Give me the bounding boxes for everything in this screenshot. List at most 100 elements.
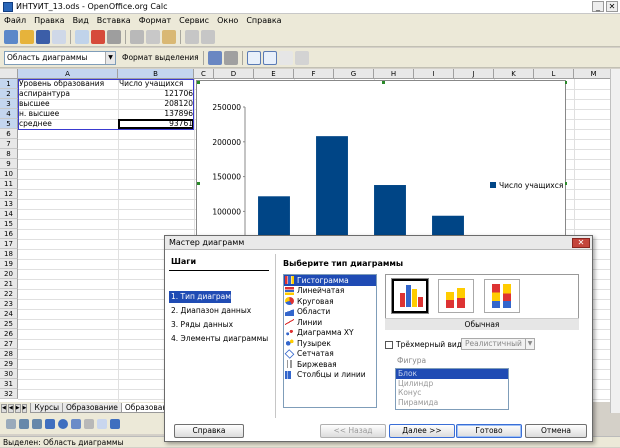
- cancel-button[interactable]: Отмена: [525, 424, 587, 438]
- row-header[interactable]: 2: [0, 89, 18, 99]
- chart-type-item[interactable]: Сетчатая: [284, 348, 376, 360]
- prev-sheet-icon[interactable]: ◀: [7, 403, 14, 413]
- row-header[interactable]: 18: [0, 249, 18, 259]
- close-window-button[interactable]: ✕: [606, 1, 618, 12]
- undo-icon[interactable]: [185, 29, 199, 44]
- horizontal-grid-icon[interactable]: [246, 50, 261, 65]
- selection-handle[interactable]: [197, 81, 200, 84]
- step-chart-elements[interactable]: 4. Элементы диаграммы: [169, 333, 268, 345]
- first-sheet-icon[interactable]: ◀: [1, 403, 7, 413]
- row-header[interactable]: 26: [0, 329, 18, 339]
- column-header[interactable]: L: [534, 69, 574, 79]
- shape-item[interactable]: Цилиндр: [396, 379, 508, 389]
- chart-bar[interactable]: [374, 185, 406, 281]
- row-header[interactable]: 31: [0, 379, 18, 389]
- print-icon[interactable]: [107, 29, 121, 44]
- chart-type-item[interactable]: Области: [284, 307, 376, 318]
- menu-format[interactable]: Формат: [135, 16, 175, 25]
- selection-handle[interactable]: [565, 81, 568, 84]
- chart-type-item[interactable]: Круговая: [284, 296, 376, 307]
- cell-level[interactable]: среднее: [19, 119, 117, 129]
- chart-type-icon[interactable]: [207, 50, 222, 65]
- row-header[interactable]: 28: [0, 349, 18, 359]
- cell-count[interactable]: Число учащихся: [119, 79, 193, 89]
- new-document-icon[interactable]: [4, 29, 18, 44]
- column-header[interactable]: C: [194, 69, 214, 79]
- selection-handle[interactable]: [197, 182, 200, 185]
- row-header[interactable]: 8: [0, 149, 18, 159]
- shape-list[interactable]: Блок Цилиндр Конус Пирамида: [395, 368, 509, 410]
- menu-help[interactable]: Справка: [242, 16, 285, 25]
- next-sheet-icon[interactable]: ▶: [14, 403, 21, 413]
- shape-item[interactable]: Блок: [396, 369, 508, 379]
- chart-area[interactable]: 25000020000015000010000050000Число учащи…: [196, 80, 568, 281]
- row-header[interactable]: 30: [0, 369, 18, 379]
- column-header[interactable]: K: [494, 69, 534, 79]
- row-header[interactable]: 5: [0, 119, 18, 129]
- select-arrow-icon[interactable]: [6, 419, 16, 429]
- selection-handle[interactable]: [565, 182, 568, 185]
- format-selection-button[interactable]: Формат выделения: [122, 53, 199, 62]
- menu-view[interactable]: Вид: [69, 16, 93, 25]
- sheet-tab[interactable]: Курсы: [30, 403, 64, 413]
- cut-icon[interactable]: [130, 29, 144, 44]
- chart-type-item[interactable]: Пузырек: [284, 338, 376, 349]
- chart-type-item[interactable]: Биржевая: [284, 359, 376, 370]
- normal-bar-variant[interactable]: [392, 279, 428, 313]
- save-icon[interactable]: [36, 29, 50, 44]
- chart-bar[interactable]: [316, 136, 348, 281]
- chart-type-item[interactable]: Диаграмма XY: [284, 328, 376, 339]
- arrow-tool-icon[interactable]: [32, 419, 42, 429]
- row-header[interactable]: 12: [0, 189, 18, 199]
- chevron-down-icon[interactable]: ▼: [105, 51, 115, 64]
- export-pdf-icon[interactable]: [91, 29, 105, 44]
- realistic-select[interactable]: Реалистичный ▼: [461, 338, 535, 350]
- step-data-series[interactable]: 3. Ряды данных: [169, 319, 233, 331]
- edit-file-icon[interactable]: [75, 29, 89, 44]
- row-header[interactable]: 25: [0, 319, 18, 329]
- chart-type-list[interactable]: Гистограмма Линейчатая Круговая Области …: [283, 274, 377, 408]
- line-tool-icon[interactable]: [19, 419, 29, 429]
- auto-layout-icon[interactable]: [294, 50, 309, 65]
- cell-count[interactable]: 137896: [119, 109, 193, 119]
- row-header[interactable]: 3: [0, 99, 18, 109]
- row-header[interactable]: 24: [0, 309, 18, 319]
- column-header[interactable]: F: [294, 69, 334, 79]
- row-header[interactable]: 17: [0, 239, 18, 249]
- row-header[interactable]: 22: [0, 289, 18, 299]
- row-header[interactable]: 16: [0, 229, 18, 239]
- row-header[interactable]: 19: [0, 259, 18, 269]
- shape-item[interactable]: Конус: [396, 388, 508, 398]
- last-sheet-icon[interactable]: ▶: [21, 403, 28, 413]
- column-header[interactable]: G: [334, 69, 374, 79]
- chart-type-item[interactable]: Столбцы и линии: [284, 370, 376, 381]
- cell-level[interactable]: н. высшее: [19, 109, 117, 119]
- sheet-tab[interactable]: Образование: [62, 403, 122, 413]
- row-header[interactable]: 10: [0, 169, 18, 179]
- column-header[interactable]: D: [214, 69, 254, 79]
- shape-item[interactable]: Пирамида: [396, 398, 508, 408]
- row-header[interactable]: 20: [0, 269, 18, 279]
- step-data-range[interactable]: 2. Диапазон данных: [169, 305, 251, 317]
- finish-button[interactable]: Готово: [456, 424, 522, 438]
- curve-tool-icon[interactable]: [71, 419, 81, 429]
- row-header[interactable]: 1: [0, 79, 18, 89]
- paste-icon[interactable]: [162, 29, 176, 44]
- row-header[interactable]: 9: [0, 159, 18, 169]
- selection-handle[interactable]: [382, 81, 385, 84]
- row-header[interactable]: 14: [0, 209, 18, 219]
- menu-tools[interactable]: Сервис: [175, 16, 213, 25]
- ellipse-tool-icon[interactable]: [58, 419, 68, 429]
- row-header[interactable]: 4: [0, 109, 18, 119]
- data-table-icon[interactable]: [223, 50, 238, 65]
- rectangle-tool-icon[interactable]: [45, 419, 55, 429]
- open-folder-icon[interactable]: [20, 29, 34, 44]
- dialog-close-button[interactable]: ✕: [572, 238, 590, 248]
- chart-type-item[interactable]: Линейчатая: [284, 286, 376, 297]
- percent-stacked-variant[interactable]: [484, 279, 520, 313]
- email-icon[interactable]: [52, 29, 66, 44]
- column-header[interactable]: J: [454, 69, 494, 79]
- stacked-bar-variant[interactable]: [438, 279, 474, 313]
- row-header[interactable]: 15: [0, 219, 18, 229]
- row-header[interactable]: 7: [0, 139, 18, 149]
